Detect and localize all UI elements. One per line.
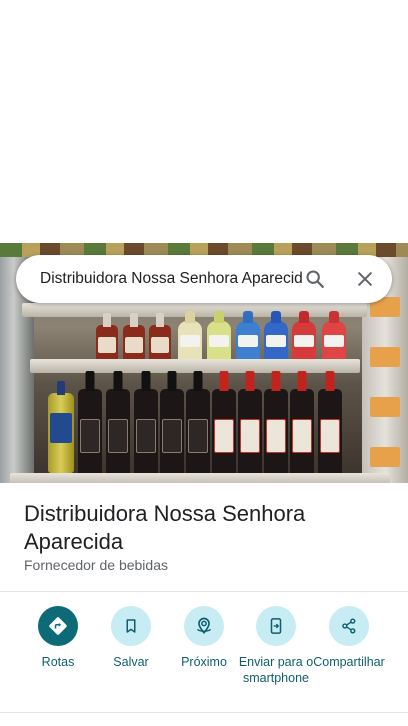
close-icon[interactable] — [351, 265, 379, 293]
nearby-button[interactable]: Próximo — [164, 606, 244, 670]
send-to-phone-button[interactable]: Enviar para o smartphone — [236, 606, 316, 686]
directions-button[interactable]: Rotas — [18, 606, 98, 670]
wine-bottle — [264, 371, 288, 477]
search-icon[interactable] — [301, 265, 329, 293]
directions-label: Rotas — [41, 655, 75, 669]
wine-bottle — [106, 371, 130, 477]
divider — [0, 712, 408, 713]
bookmark-icon — [111, 606, 151, 646]
wine-bottle — [212, 371, 236, 477]
save-button[interactable]: Salvar — [91, 606, 171, 670]
share-icon — [329, 606, 369, 646]
share-button[interactable]: Compartilhar — [309, 606, 389, 670]
wine-bottle — [186, 371, 210, 477]
share-label: Compartilhar — [313, 655, 385, 669]
wine-bottle — [318, 371, 342, 477]
nearby-icon — [184, 606, 224, 646]
place-category: Fornecedor de bebidas — [24, 557, 168, 573]
directions-icon — [38, 606, 78, 646]
send-to-phone-icon — [256, 606, 296, 646]
photo-shelf — [10, 473, 390, 483]
divider — [0, 591, 408, 592]
search-bar[interactable]: Distribuidora Nossa Senhora Aparecida — [16, 255, 392, 303]
place-title: Distribuidora Nossa Senhora Aparecida — [24, 501, 306, 554]
wine-bottle — [78, 371, 102, 477]
wine-bottle — [134, 371, 158, 477]
search-query[interactable]: Distribuidora Nossa Senhora Aparecida — [40, 269, 302, 289]
wine-bottle — [290, 371, 314, 477]
send-to-phone-label: Enviar para o smartphone — [238, 655, 314, 685]
oil-bottle — [48, 381, 74, 473]
wine-bottle — [238, 371, 262, 477]
wine-bottle — [160, 371, 184, 477]
nearby-label: Próximo — [181, 655, 227, 669]
save-label: Salvar — [113, 655, 149, 669]
